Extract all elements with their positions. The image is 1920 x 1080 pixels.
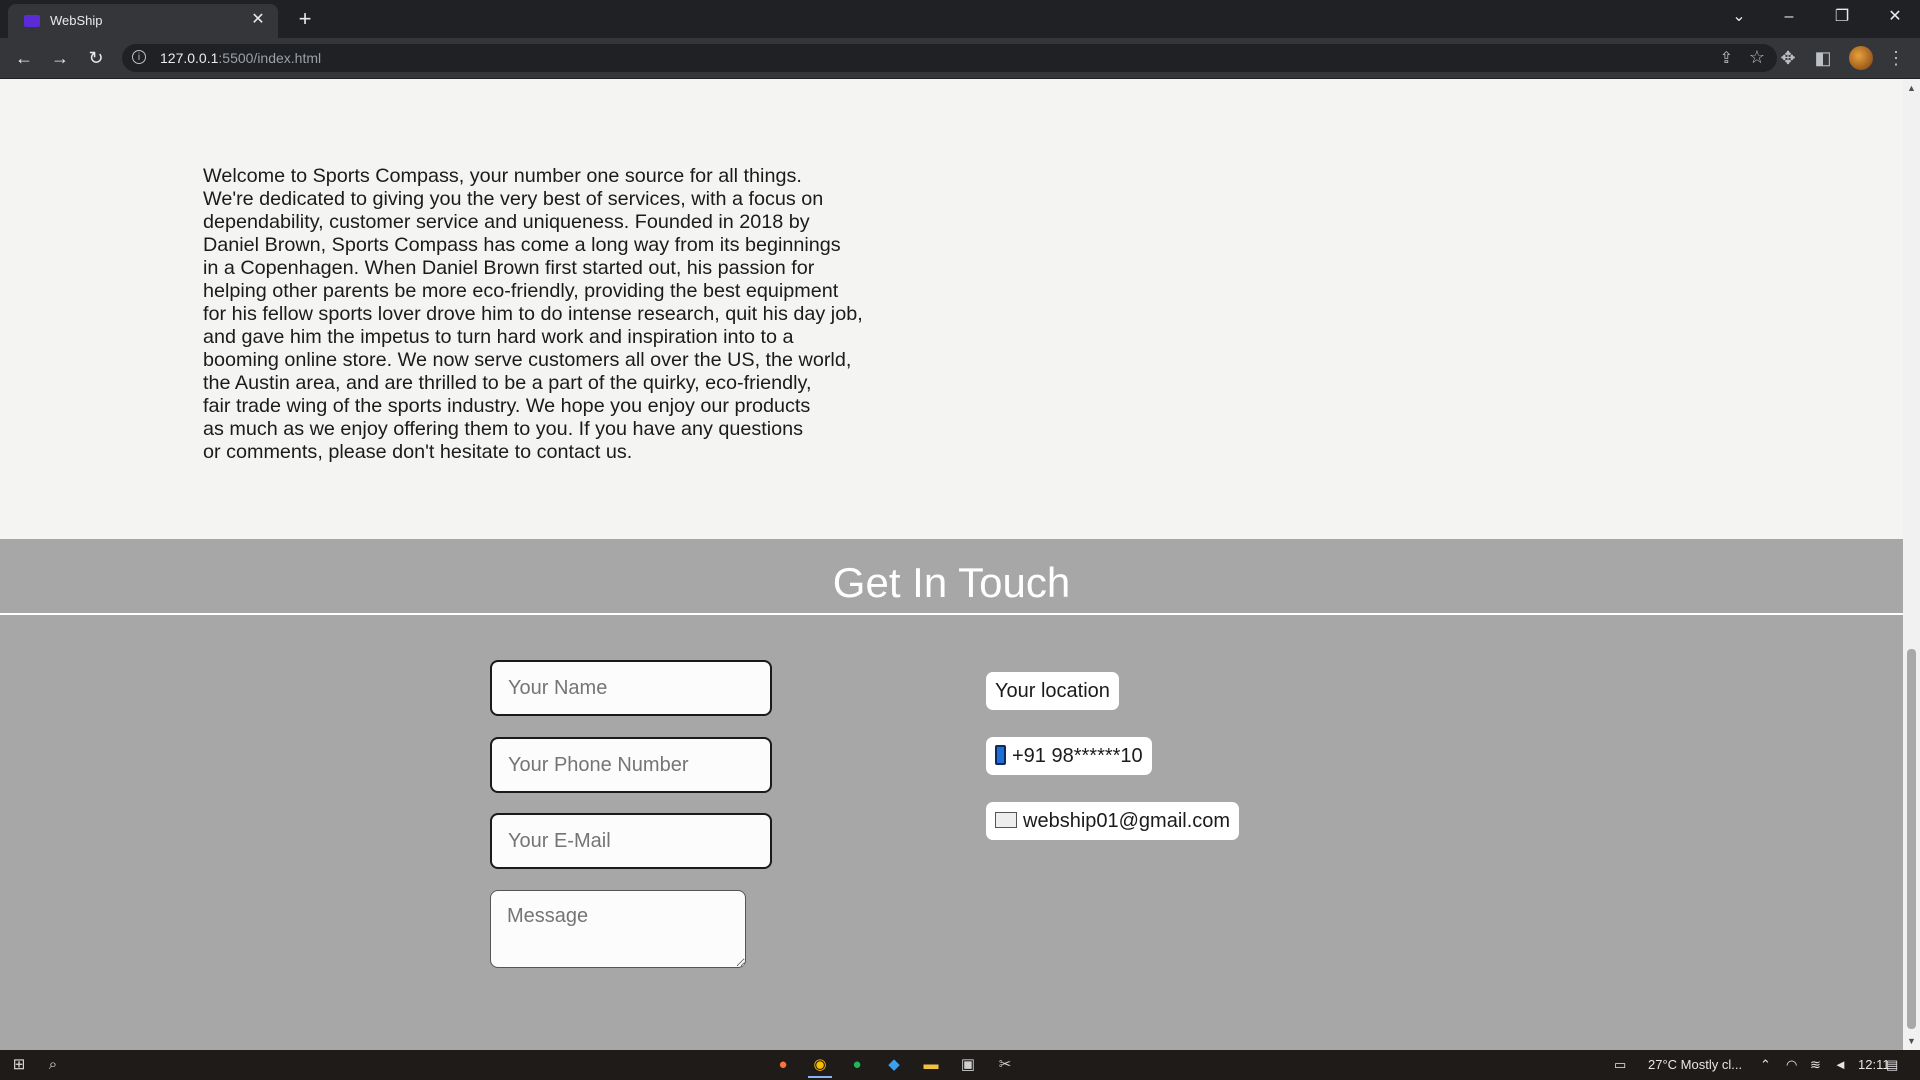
- restore-button[interactable]: ❐: [1819, 0, 1865, 34]
- tab-strip: WebShip ✕ + ⌄ – ❐ ✕: [0, 0, 1920, 38]
- email-chip: webship01@gmail.com: [986, 802, 1240, 840]
- url-text: 127.0.0.1:5500/index.html: [160, 50, 322, 66]
- search-icon[interactable]: ⌕: [42, 1054, 64, 1076]
- volume-icon[interactable]: ◄: [1834, 1057, 1847, 1072]
- site-info-icon[interactable]: i: [132, 50, 146, 64]
- weather-icon[interactable]: ▭: [1614, 1057, 1626, 1073]
- heading-divider: [0, 613, 1903, 615]
- share-icon[interactable]: ⇪: [1720, 48, 1733, 68]
- location-text: Your location: [995, 680, 1110, 702]
- phone-text: +91 98******10: [1012, 745, 1143, 767]
- about-paragraph: Welcome to Sports Compass, your number o…: [203, 164, 863, 463]
- minimize-button[interactable]: –: [1766, 0, 1812, 34]
- spotify-icon[interactable]: ●: [845, 1054, 869, 1076]
- wifi-icon[interactable]: ≋: [1810, 1057, 1821, 1073]
- close-tab-icon[interactable]: ✕: [248, 10, 268, 30]
- mail-icon: [995, 811, 1017, 828]
- phone-icon: [995, 744, 1006, 765]
- message-textarea[interactable]: [490, 890, 746, 968]
- back-icon[interactable]: ←: [10, 44, 38, 72]
- chrome-icon[interactable]: ◉: [808, 1054, 832, 1078]
- address-bar[interactable]: i 127.0.0.1:5500/index.html ⇪ ☆: [122, 44, 1777, 72]
- name-input[interactable]: [490, 660, 772, 716]
- browser-toolbar: ← → ↻ i 127.0.0.1:5500/index.html ⇪ ☆ ✥ …: [0, 38, 1920, 79]
- tab-webship[interactable]: WebShip ✕: [8, 4, 278, 38]
- extensions-icon[interactable]: ✥: [1776, 46, 1800, 70]
- close-window-button[interactable]: ✕: [1872, 0, 1918, 34]
- file-explorer-icon[interactable]: ▬: [919, 1054, 943, 1076]
- page-scrollbar[interactable]: ▲ ▼: [1903, 79, 1920, 1050]
- reload-icon[interactable]: ↻: [82, 44, 110, 72]
- app-icon[interactable]: ▣: [956, 1054, 980, 1076]
- tray-chevron-icon[interactable]: ⌃: [1760, 1057, 1771, 1073]
- scroll-down-icon[interactable]: ▼: [1907, 1036, 1916, 1046]
- email-text: webship01@gmail.com: [1023, 810, 1231, 832]
- vscode-icon[interactable]: ◆: [882, 1054, 906, 1076]
- location-chip: Your location: [986, 672, 1119, 710]
- notifications-icon[interactable]: ▤: [1886, 1057, 1898, 1073]
- windows-taskbar: ⊞ ⌕ ● ◉ ● ◆ ▬ ▣ ✂ ▭ 27°C Mostly cl... ⌃ …: [0, 1050, 1920, 1080]
- tab-search-icon[interactable]: ⌄: [1716, 0, 1762, 34]
- profile-avatar[interactable]: [1849, 46, 1873, 70]
- network-icon[interactable]: ◠: [1786, 1057, 1797, 1073]
- menu-kebab-icon[interactable]: ⋮: [1884, 46, 1908, 70]
- bookmark-star-icon[interactable]: ☆: [1749, 47, 1765, 68]
- site-favicon-icon: [24, 15, 40, 27]
- snipping-tool-icon[interactable]: ✂: [993, 1054, 1017, 1076]
- weather-text[interactable]: 27°C Mostly cl...: [1648, 1057, 1742, 1072]
- contact-section: Get In Touch submit Your location +91 98…: [0, 539, 1903, 1050]
- side-panel-icon[interactable]: ◧: [1811, 46, 1835, 70]
- contact-heading: Get In Touch: [832, 559, 1071, 606]
- scroll-up-icon[interactable]: ▲: [1907, 83, 1916, 93]
- email-input[interactable]: [490, 813, 772, 869]
- phone-chip: +91 98******10: [986, 737, 1152, 775]
- clock-time[interactable]: 12:11: [1858, 1057, 1890, 1072]
- start-windows-icon[interactable]: ⊞: [8, 1054, 30, 1076]
- new-tab-button[interactable]: +: [292, 6, 318, 32]
- phone-input[interactable]: [490, 737, 772, 793]
- tab-title: WebShip: [50, 13, 103, 28]
- forward-icon[interactable]: →: [46, 44, 74, 72]
- firefox-icon[interactable]: ●: [771, 1054, 795, 1076]
- page-viewport: Welcome to Sports Compass, your number o…: [0, 79, 1903, 1050]
- scrollbar-thumb[interactable]: [1907, 649, 1916, 1029]
